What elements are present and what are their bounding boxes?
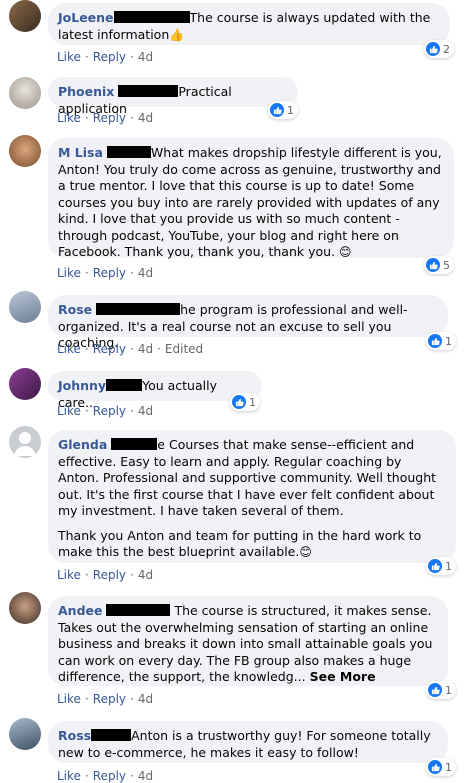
default-avatar-icon xyxy=(14,432,36,456)
reply-link[interactable]: Reply xyxy=(93,769,126,783)
commenter-name[interactable]: M Lisa xyxy=(58,145,103,160)
like-link[interactable]: Like xyxy=(57,568,81,582)
avatar[interactable] xyxy=(9,368,41,400)
reaction-count[interactable]: 1 xyxy=(426,681,456,699)
timestamp[interactable]: 4d xyxy=(138,692,153,706)
edited-label: Edited xyxy=(164,342,204,356)
avatar[interactable] xyxy=(9,135,41,167)
reaction-count[interactable]: 5 xyxy=(424,256,454,274)
thumbs-up-icon xyxy=(270,103,284,117)
reaction-number: 1 xyxy=(287,103,294,117)
comment-bubble: Ross Anton is a trustworthy guy! For some… xyxy=(48,721,448,763)
commenter-name[interactable]: Phoenix xyxy=(58,84,114,99)
comment-actions: Like · Reply · 4d xyxy=(57,404,154,418)
reaction-number: 1 xyxy=(445,760,452,774)
reaction-count[interactable]: 1 xyxy=(426,332,456,350)
reaction-count[interactable]: 1 xyxy=(426,758,456,776)
commenter-name[interactable]: Glenda xyxy=(58,437,107,452)
reaction-number: 1 xyxy=(249,395,256,409)
redaction-bar xyxy=(113,11,190,23)
comment-actions: Like · Reply · 4d xyxy=(57,50,154,64)
comment-text: What makes dropship lifestyle different … xyxy=(58,145,442,259)
comment-actions: Like · Reply · 4d xyxy=(57,266,154,280)
redaction-bar xyxy=(96,303,181,315)
commenter-name[interactable]: Johnny xyxy=(58,378,106,393)
reply-link[interactable]: Reply xyxy=(93,404,126,418)
thumbs-up-icon xyxy=(428,559,442,573)
avatar[interactable] xyxy=(9,291,41,323)
emoji: 👍 xyxy=(169,27,185,42)
reply-link[interactable]: Reply xyxy=(93,692,126,706)
comment-bubble: Johnny You actually care.. xyxy=(48,371,262,410)
reaction-count[interactable]: 1 xyxy=(230,393,260,411)
like-link[interactable]: Like xyxy=(57,111,81,125)
timestamp[interactable]: 4d xyxy=(138,266,153,280)
commenter-name[interactable]: Rose xyxy=(58,302,92,317)
avatar[interactable] xyxy=(9,718,41,750)
thumbs-up-icon xyxy=(426,42,440,56)
like-link[interactable]: Like xyxy=(57,342,81,356)
reaction-number: 1 xyxy=(445,559,452,573)
avatar[interactable] xyxy=(9,77,41,109)
comment-bubble: JoLeene The course is always updated with… xyxy=(48,3,450,45)
reaction-number: 1 xyxy=(445,683,452,697)
commenter-name[interactable]: Ross xyxy=(58,728,91,743)
reaction-number: 1 xyxy=(445,334,452,348)
emoji: 😊 xyxy=(339,245,352,259)
reaction-count[interactable]: 1 xyxy=(426,557,456,575)
redaction-bar xyxy=(106,379,143,391)
timestamp[interactable]: 4d xyxy=(138,404,153,418)
redaction-bar xyxy=(106,604,171,616)
like-link[interactable]: Like xyxy=(57,50,81,64)
comment-bubble: Rose he program is professional and well… xyxy=(48,295,448,350)
redaction-bar xyxy=(106,146,151,158)
reaction-number: 5 xyxy=(443,258,450,272)
like-link[interactable]: Like xyxy=(57,769,81,783)
timestamp[interactable]: 4d xyxy=(138,568,153,582)
reaction-number: 2 xyxy=(443,42,450,56)
timestamp[interactable]: 4d xyxy=(138,111,153,125)
like-link[interactable]: Like xyxy=(57,692,81,706)
comment-actions: Like · Reply · 4d xyxy=(57,568,154,582)
thumbs-up-icon xyxy=(428,334,442,348)
comment-actions: Like · Reply · 4d xyxy=(57,769,154,783)
reaction-count[interactable]: 1 xyxy=(268,101,298,119)
redaction-bar xyxy=(111,438,158,450)
comment-actions: Like · Reply · 4d xyxy=(57,111,154,125)
reaction-count[interactable]: 2 xyxy=(424,40,454,58)
reply-link[interactable]: Reply xyxy=(93,111,126,125)
timestamp[interactable]: 4d xyxy=(138,50,153,64)
comment-actions: Like · Reply · 4d xyxy=(57,692,154,706)
thumbs-up-icon xyxy=(232,395,246,409)
reply-link[interactable]: Reply xyxy=(93,342,126,356)
like-link[interactable]: Like xyxy=(57,266,81,280)
comment-bubble: M Lisa What makes dropship lifestyle dif… xyxy=(48,138,454,259)
thumbs-up-icon xyxy=(428,683,442,697)
avatar[interactable] xyxy=(9,0,41,32)
emoji: 😊 xyxy=(299,545,312,559)
comment-text-paragraph-2: Thank you Anton and team for putting in … xyxy=(58,527,422,560)
timestamp[interactable]: 4d xyxy=(138,342,153,356)
avatar[interactable] xyxy=(9,426,41,458)
comment-actions: Like · Reply · 4d · Edited xyxy=(57,342,204,356)
comment-bubble: Andee The course is structured, it makes… xyxy=(48,596,448,686)
reply-link[interactable]: Reply xyxy=(93,266,126,280)
commenter-name[interactable]: JoLeene xyxy=(58,10,114,25)
comment-bubble: Phoenix Practical application xyxy=(48,77,298,116)
redaction-bar xyxy=(91,729,132,741)
timestamp[interactable]: 4d xyxy=(138,769,153,783)
see-more-link[interactable]: See More xyxy=(310,669,376,684)
thumbs-up-icon xyxy=(426,258,440,272)
thumbs-up-icon xyxy=(428,760,442,774)
reply-link[interactable]: Reply xyxy=(93,568,126,582)
redaction-bar xyxy=(118,85,179,97)
commenter-name[interactable]: Andee xyxy=(58,603,102,618)
comment-bubble: Glenda e Courses that make sense--effici… xyxy=(48,430,456,563)
like-link[interactable]: Like xyxy=(57,404,81,418)
reply-link[interactable]: Reply xyxy=(93,50,126,64)
avatar[interactable] xyxy=(9,592,41,624)
